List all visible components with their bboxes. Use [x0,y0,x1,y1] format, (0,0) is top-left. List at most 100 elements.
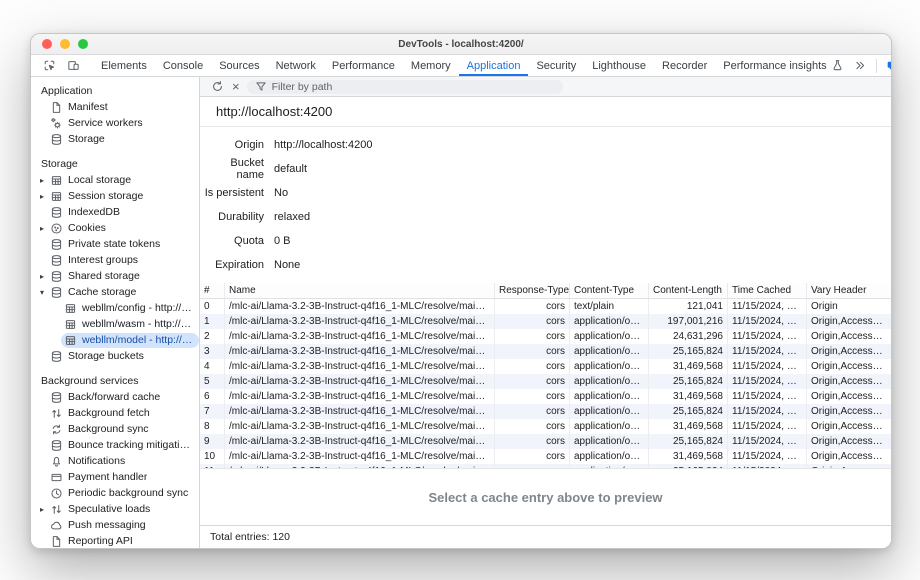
database-icon [50,206,63,219]
sidebar-item-webllm-wasm-http-loca[interactable]: webllm/wasm - http://loca… [31,316,199,332]
cache-toolbar: × [200,77,891,97]
tab-network[interactable]: Network [268,55,324,76]
sidebar-item-webllm-model-http-loc[interactable]: webllm/model - http://loc… [31,332,199,348]
table-cell: cors [495,434,570,449]
refresh-icon[interactable] [209,79,225,95]
table-row[interactable]: 4/mlc-ai/Llama-3.2-3B-Instruct-q4f16_1-M… [200,359,891,374]
table-row[interactable]: 2/mlc-ai/Llama-3.2-3B-Instruct-q4f16_1-M… [200,329,891,344]
sidebar-item-back-forward-cache[interactable]: Back/forward cache [31,389,199,405]
sync-icon [50,423,63,436]
sidebar-item-label: Cache storage [68,286,136,298]
tab-security[interactable]: Security [528,55,584,76]
table-row[interactable]: 0/mlc-ai/Llama-3.2-3B-Instruct-q4f16_1-M… [200,299,891,314]
sidebar-item-interest-groups[interactable]: Interest groups [31,252,199,268]
tab-recorder[interactable]: Recorder [654,55,715,76]
sidebar-section-title: Application [31,83,199,99]
sidebar-item-session-storage[interactable]: ▸ Session storage [31,188,199,204]
sidebar-item-speculative-loads[interactable]: ▸ Speculative loads [31,501,199,517]
tab-console[interactable]: Console [155,55,211,76]
table-row[interactable]: 3/mlc-ai/Llama-3.2-3B-Instruct-q4f16_1-M… [200,344,891,359]
sidebar-item-background-fetch[interactable]: Background fetch [31,405,199,421]
table-cell: /mlc-ai/Llama-3.2-3B-Instruct-q4f16_1-ML… [225,419,495,434]
bell-icon [50,455,63,468]
filter-by-path-input[interactable] [272,81,555,93]
gears-icon [50,117,63,130]
table-row[interactable]: 10/mlc-ai/Llama-3.2-3B-Instruct-q4f16_1-… [200,449,891,464]
window-titlebar[interactable]: DevTools - localhost:4200/ [31,34,891,55]
disclosure-arrow[interactable]: ▸ [37,176,47,185]
sidebar-item-manifest[interactable]: Manifest [31,99,199,115]
column-header[interactable]: # [200,283,225,298]
sidebar-section-items: Back/forward cache Background fetch Back… [31,389,199,548]
tab-lighthouse[interactable]: Lighthouse [584,55,654,76]
sidebar-item-service-workers[interactable]: Service workers [31,115,199,131]
cloud-icon [50,519,63,532]
sidebar-item-webllm-config-http-loc[interactable]: webllm/config - http://loc… [31,300,199,316]
tab-performance-insights[interactable]: Performance insights [715,55,851,76]
disclosure-arrow[interactable]: ▸ [37,505,47,514]
table-cell: 31,469,568 [649,419,728,434]
table-row[interactable]: 8/mlc-ai/Llama-3.2-3B-Instruct-q4f16_1-M… [200,419,891,434]
sidebar-item-bounce-tracking-mitigations[interactable]: Bounce tracking mitigations [31,437,199,453]
tab-elements[interactable]: Elements [93,55,155,76]
table-row[interactable]: 7/mlc-ai/Llama-3.2-3B-Instruct-q4f16_1-M… [200,404,891,419]
table-row[interactable]: 9/mlc-ai/Llama-3.2-3B-Instruct-q4f16_1-M… [200,434,891,449]
table-cell: 11/15/2024, 10… [728,344,807,359]
inspect-element-icon[interactable] [41,58,57,74]
sidebar-item-private-state-tokens[interactable]: Private state tokens [31,236,199,252]
column-header[interactable]: Vary Header [807,283,891,298]
grid-icon [50,190,63,203]
column-header[interactable]: Time Cached [728,283,807,298]
tab-performance[interactable]: Performance [324,55,403,76]
table-cell: Origin,Access… [807,359,891,374]
sidebar-item-background-sync[interactable]: Background sync [31,421,199,437]
sidebar-item-reporting-api[interactable]: Reporting API [31,533,199,548]
table-cell: Origin,Access… [807,404,891,419]
sidebar-item-storage[interactable]: Storage [31,131,199,147]
sidebar-item-notifications[interactable]: Notifications [31,453,199,469]
table-cell: Origin,Access… [807,374,891,389]
updown-icon [50,407,63,420]
metadata-label: Bucket name [200,157,264,181]
sidebar-item-periodic-background-sync[interactable]: Periodic background sync [31,485,199,501]
sidebar-item-cache-storage[interactable]: ▾ Cache storage [31,284,199,300]
sidebar-item-local-storage[interactable]: ▸ Local storage [31,172,199,188]
tab-sources[interactable]: Sources [211,55,267,76]
sidebar-item-storage-buckets[interactable]: Storage buckets [31,348,199,364]
disclosure-arrow[interactable]: ▸ [37,192,47,201]
disclosure-arrow[interactable]: ▸ [37,272,47,281]
disclosure-arrow[interactable]: ▸ [37,224,47,233]
toggle-device-toolbar-icon[interactable] [65,58,81,74]
sidebar-item-payment-handler[interactable]: Payment handler [31,469,199,485]
table-cell: application/oc… [570,314,649,329]
table-cell: 1 [200,314,225,329]
sidebar-item-push-messaging[interactable]: Push messaging [31,517,199,533]
column-header[interactable]: Content-Length [649,283,728,298]
sidebar-item-label: Service workers [68,117,143,129]
more-tabs-icon[interactable] [852,58,868,74]
cookie-icon [50,222,63,235]
tab-application[interactable]: Application [459,55,529,76]
table-cell: Origin,Access… [807,449,891,464]
column-header[interactable]: Name [225,283,495,298]
column-header[interactable]: Response-Type [495,283,570,298]
filter-pill[interactable] [247,80,563,94]
tab-memory[interactable]: Memory [403,55,459,76]
sidebar-item-indexeddb[interactable]: IndexedDB [31,204,199,220]
tab-label: Memory [411,60,451,72]
table-row[interactable]: 5/mlc-ai/Llama-3.2-3B-Instruct-q4f16_1-M… [200,374,891,389]
table-row[interactable]: 6/mlc-ai/Llama-3.2-3B-Instruct-q4f16_1-M… [200,389,891,404]
table-row[interactable]: 1/mlc-ai/Llama-3.2-3B-Instruct-q4f16_1-M… [200,314,891,329]
table-cell: cors [495,404,570,419]
delete-selected-icon[interactable]: × [232,80,240,93]
disclosure-arrow[interactable]: ▾ [37,288,47,297]
database-icon [50,133,63,146]
table-cell: text/plain [570,299,649,314]
column-header[interactable]: Content-Type [570,283,649,298]
sidebar-item-cookies[interactable]: ▸ Cookies [31,220,199,236]
table-cell: application/oc… [570,449,649,464]
issues-message-icon[interactable] [885,58,892,74]
table-body: 0/mlc-ai/Llama-3.2-3B-Instruct-q4f16_1-M… [200,299,891,468]
sidebar-item-shared-storage[interactable]: ▸ Shared storage [31,268,199,284]
sidebar-item-label: Storage [68,133,105,145]
